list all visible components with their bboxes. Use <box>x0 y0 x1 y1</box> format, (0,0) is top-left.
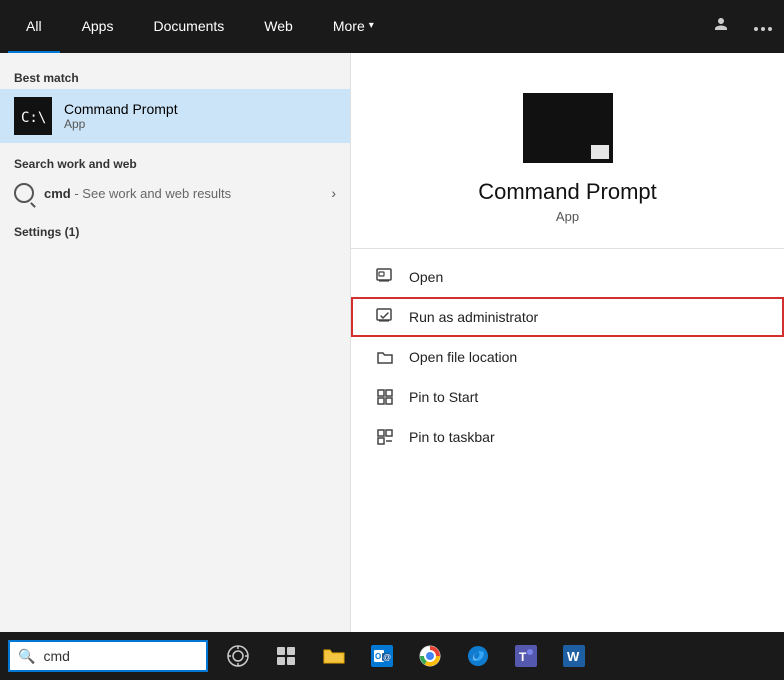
taskbar: 🔍 cmd <box>0 632 784 680</box>
nav-tab-more[interactable]: More ▾ <box>315 0 392 53</box>
svg-text:T: T <box>519 650 527 664</box>
divider <box>351 248 784 249</box>
action-pin-taskbar[interactable]: Pin to taskbar <box>351 417 784 457</box>
best-match-label: Best match <box>0 65 350 89</box>
more-options-icon[interactable] <box>750 14 776 40</box>
admin-icon <box>375 307 395 327</box>
action-pin-taskbar-label: Pin to taskbar <box>409 429 495 445</box>
taskbar-chrome[interactable] <box>408 632 452 680</box>
taskbar-edge[interactable] <box>456 632 500 680</box>
search-work-web-label: Search work and web <box>0 151 350 175</box>
action-pin-start-label: Pin to Start <box>409 389 478 405</box>
chevron-right-icon: › <box>331 185 336 201</box>
search-work-web-section: Search work and web cmd - See work and w… <box>0 151 350 211</box>
action-open-label: Open <box>409 269 443 285</box>
search-description: - See work and web results <box>74 186 231 201</box>
top-navigation: All Apps Documents Web More ▾ <box>0 0 784 53</box>
action-open-location[interactable]: Open file location <box>351 337 784 377</box>
open-icon <box>375 267 395 287</box>
nav-tab-all[interactable]: All <box>8 0 60 53</box>
action-open-location-label: Open file location <box>409 349 517 365</box>
action-list: Open Run as administrator <box>351 257 784 457</box>
search-query: cmd <box>44 186 71 201</box>
taskbar-search-button[interactable] <box>216 632 260 680</box>
taskbar-word[interactable]: W <box>552 632 596 680</box>
main-content: Best match C:\ Command Prompt App Search… <box>0 53 784 632</box>
action-pin-start[interactable]: Pin to Start <box>351 377 784 417</box>
svg-text:C:\: C:\ <box>21 110 46 126</box>
nav-tab-apps[interactable]: Apps <box>64 0 132 53</box>
svg-text:@: @ <box>383 653 391 662</box>
pin-taskbar-icon <box>375 427 395 447</box>
action-open[interactable]: Open <box>351 257 784 297</box>
app-title-large: Command Prompt <box>478 179 657 205</box>
command-prompt-icon: C:\ <box>14 97 52 135</box>
taskbar-outlook[interactable]: O @ <box>360 632 404 680</box>
nav-tab-web[interactable]: Web <box>246 0 311 53</box>
cmd-icon-decoration <box>591 145 609 159</box>
result-subtitle: App <box>64 117 178 131</box>
taskbar-teams[interactable]: T <box>504 632 548 680</box>
search-circle-icon <box>14 183 34 203</box>
taskbar-search-box[interactable]: 🔍 cmd <box>8 640 208 672</box>
user-icon[interactable] <box>708 11 734 42</box>
search-web-text: cmd - See work and web results <box>44 186 231 201</box>
result-text: Command Prompt App <box>64 101 178 131</box>
taskbar-search-text: cmd <box>43 648 69 664</box>
search-web-item[interactable]: cmd - See work and web results › <box>0 175 350 211</box>
taskbar-task-view[interactable] <box>264 632 308 680</box>
action-run-admin-label: Run as administrator <box>409 309 538 325</box>
pin-start-icon <box>375 387 395 407</box>
taskbar-icons: O @ <box>216 632 596 680</box>
app-icon-large <box>523 93 613 163</box>
chevron-down-icon: ▾ <box>369 20 374 31</box>
settings-label: Settings (1) <box>0 219 350 243</box>
folder-icon <box>375 347 395 367</box>
svg-text:O: O <box>375 652 381 661</box>
right-panel: Command Prompt App Open <box>350 53 784 632</box>
nav-tab-documents[interactable]: Documents <box>135 0 242 53</box>
settings-section: Settings (1) <box>0 219 350 243</box>
svg-text:W: W <box>567 649 580 664</box>
taskbar-file-explorer[interactable] <box>312 632 356 680</box>
command-prompt-result[interactable]: C:\ Command Prompt App <box>0 89 350 143</box>
action-run-admin[interactable]: Run as administrator <box>351 297 784 337</box>
left-panel: Best match C:\ Command Prompt App Search… <box>0 53 350 632</box>
taskbar-search-icon: 🔍 <box>18 648 35 665</box>
result-title: Command Prompt <box>64 101 178 117</box>
app-type: App <box>556 209 579 224</box>
nav-right-actions <box>708 11 776 42</box>
